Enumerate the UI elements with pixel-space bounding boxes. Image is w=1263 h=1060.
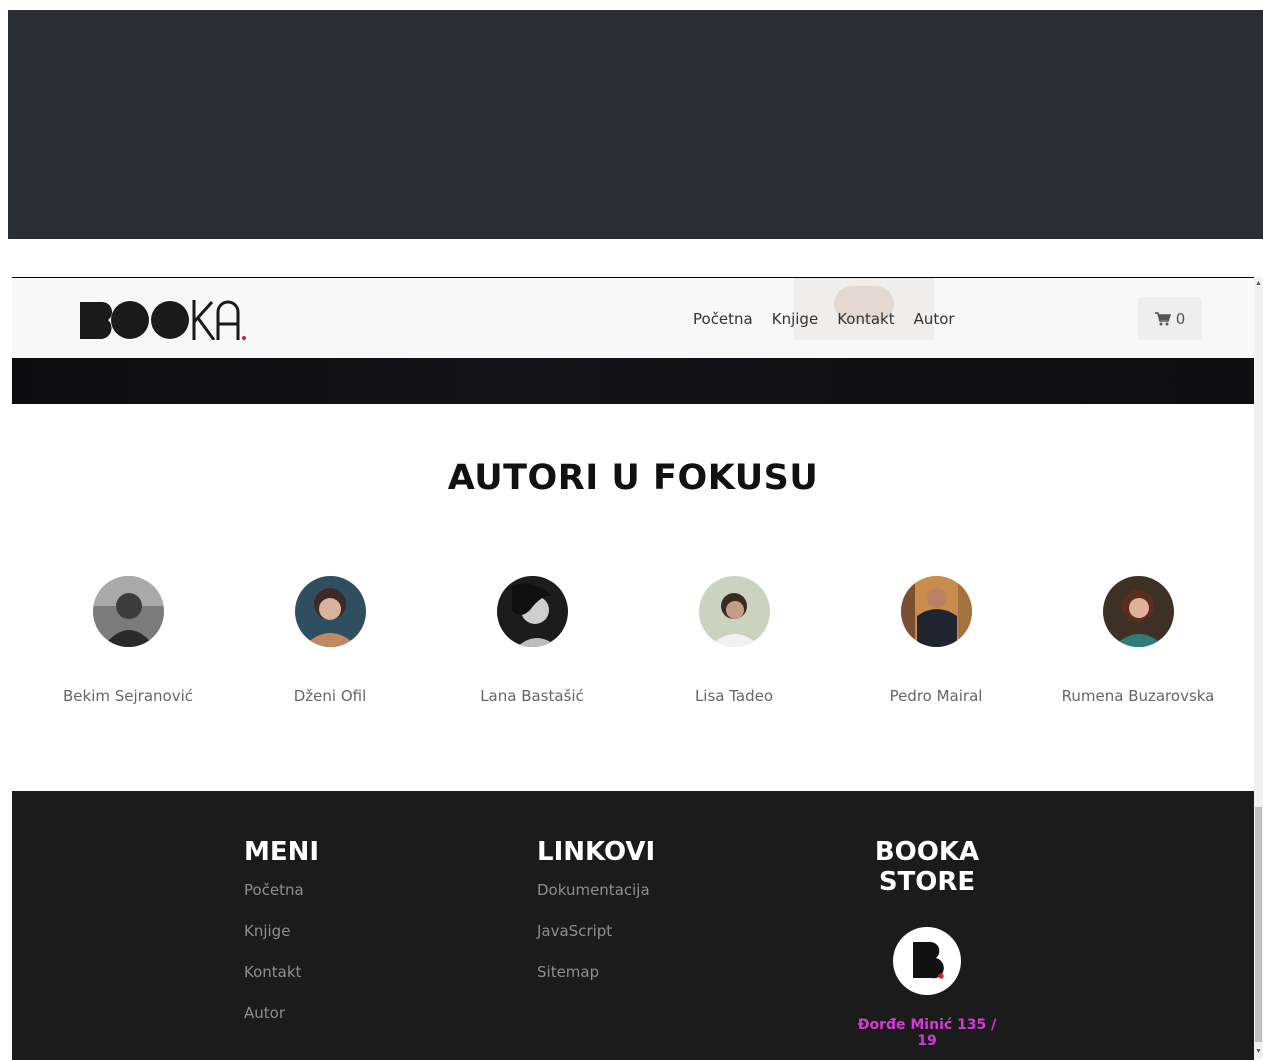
author-avatar xyxy=(294,576,366,647)
footer-link-pocetna[interactable]: Početna xyxy=(244,881,319,900)
scroll-up-arrow-icon[interactable]: ▲ xyxy=(1254,279,1263,289)
author-name: Rumena Buzarovska xyxy=(1061,687,1215,705)
top-dark-banner xyxy=(8,10,1263,239)
booka-logo[interactable] xyxy=(78,296,258,341)
author-card[interactable]: Rumena Buzarovska xyxy=(1038,576,1238,705)
footer: MENI Početna Knjige Kontakt Autor LINKOV… xyxy=(12,791,1254,1060)
footer-links-title: LINKOVI xyxy=(537,837,656,867)
author-card[interactable]: Lisa Tadeo xyxy=(634,576,834,705)
hero-bottom-strip xyxy=(12,358,1254,404)
section-title: AUTORI U FOKUSU xyxy=(447,458,819,498)
footer-menu-column: MENI Početna Knjige Kontakt Autor xyxy=(244,837,319,1023)
cart-button[interactable]: 0 xyxy=(1138,297,1202,340)
navbar-background-image xyxy=(794,278,934,340)
footer-link-javascript[interactable]: JavaScript xyxy=(537,922,655,941)
nav-link-autor[interactable]: Autor xyxy=(914,310,955,328)
scrollbar[interactable]: ▲ ▼ xyxy=(1254,277,1263,1059)
author-card[interactable]: Lana Bastašić xyxy=(432,576,632,705)
footer-menu-title: MENI xyxy=(244,837,320,867)
author-name: Lisa Tadeo xyxy=(694,687,774,705)
footer-link-sitemap[interactable]: Sitemap xyxy=(537,963,655,982)
navbar: Početna Knjige Kontakt Autor 0 xyxy=(12,278,1254,358)
scroll-down-arrow-icon[interactable]: ▼ xyxy=(1254,1047,1263,1057)
footer-links-column: LINKOVI Dokumentacija JavaScript Sitemap xyxy=(537,837,655,982)
author-card[interactable]: Dženi Ofil xyxy=(230,576,430,705)
author-avatar xyxy=(1102,576,1174,647)
author-avatar xyxy=(496,576,568,647)
store-title: BOOKA STORE xyxy=(852,837,1002,897)
footer-link-autor[interactable]: Autor xyxy=(244,1004,319,1023)
footer-link-knjige[interactable]: Knjige xyxy=(244,922,319,941)
author-card[interactable]: Bekim Sejranović xyxy=(28,576,228,705)
author-avatar xyxy=(900,576,972,647)
footer-link-kontakt[interactable]: Kontakt xyxy=(244,963,319,982)
footer-store-column: BOOKA STORE Đorđe Minić 135 / 19 xyxy=(852,837,1002,1049)
shopping-cart-icon xyxy=(1154,311,1171,325)
store-title-line2: STORE xyxy=(878,867,976,897)
store-title-line1: BOOKA xyxy=(874,837,980,867)
author-avatar xyxy=(92,576,164,647)
booka-store-logo xyxy=(893,927,961,995)
nav-link-kontakt[interactable]: Kontakt xyxy=(837,310,894,328)
nav-link-pocetna[interactable]: Početna xyxy=(693,310,753,328)
nav-link-knjige[interactable]: Knjige xyxy=(772,310,818,328)
store-address: Đorđe Minić 135 / 19 xyxy=(857,1017,997,1049)
cart-count: 0 xyxy=(1175,309,1186,328)
footer-link-dokumentacija[interactable]: Dokumentacija xyxy=(537,881,655,900)
scrollbar-thumb[interactable] xyxy=(1255,807,1262,1042)
author-name: Pedro Mairal xyxy=(889,687,983,705)
author-name: Dženi Ofil xyxy=(293,687,367,705)
main-nav: Početna Knjige Kontakt Autor xyxy=(693,310,974,328)
page-frame: Početna Knjige Kontakt Autor 0 AUTORI U … xyxy=(12,277,1254,1060)
author-avatar xyxy=(698,576,770,647)
author-name: Lana Bastašić xyxy=(480,687,584,705)
author-name: Bekim Sejranović xyxy=(62,687,193,705)
author-card[interactable]: Pedro Mairal xyxy=(836,576,1036,705)
